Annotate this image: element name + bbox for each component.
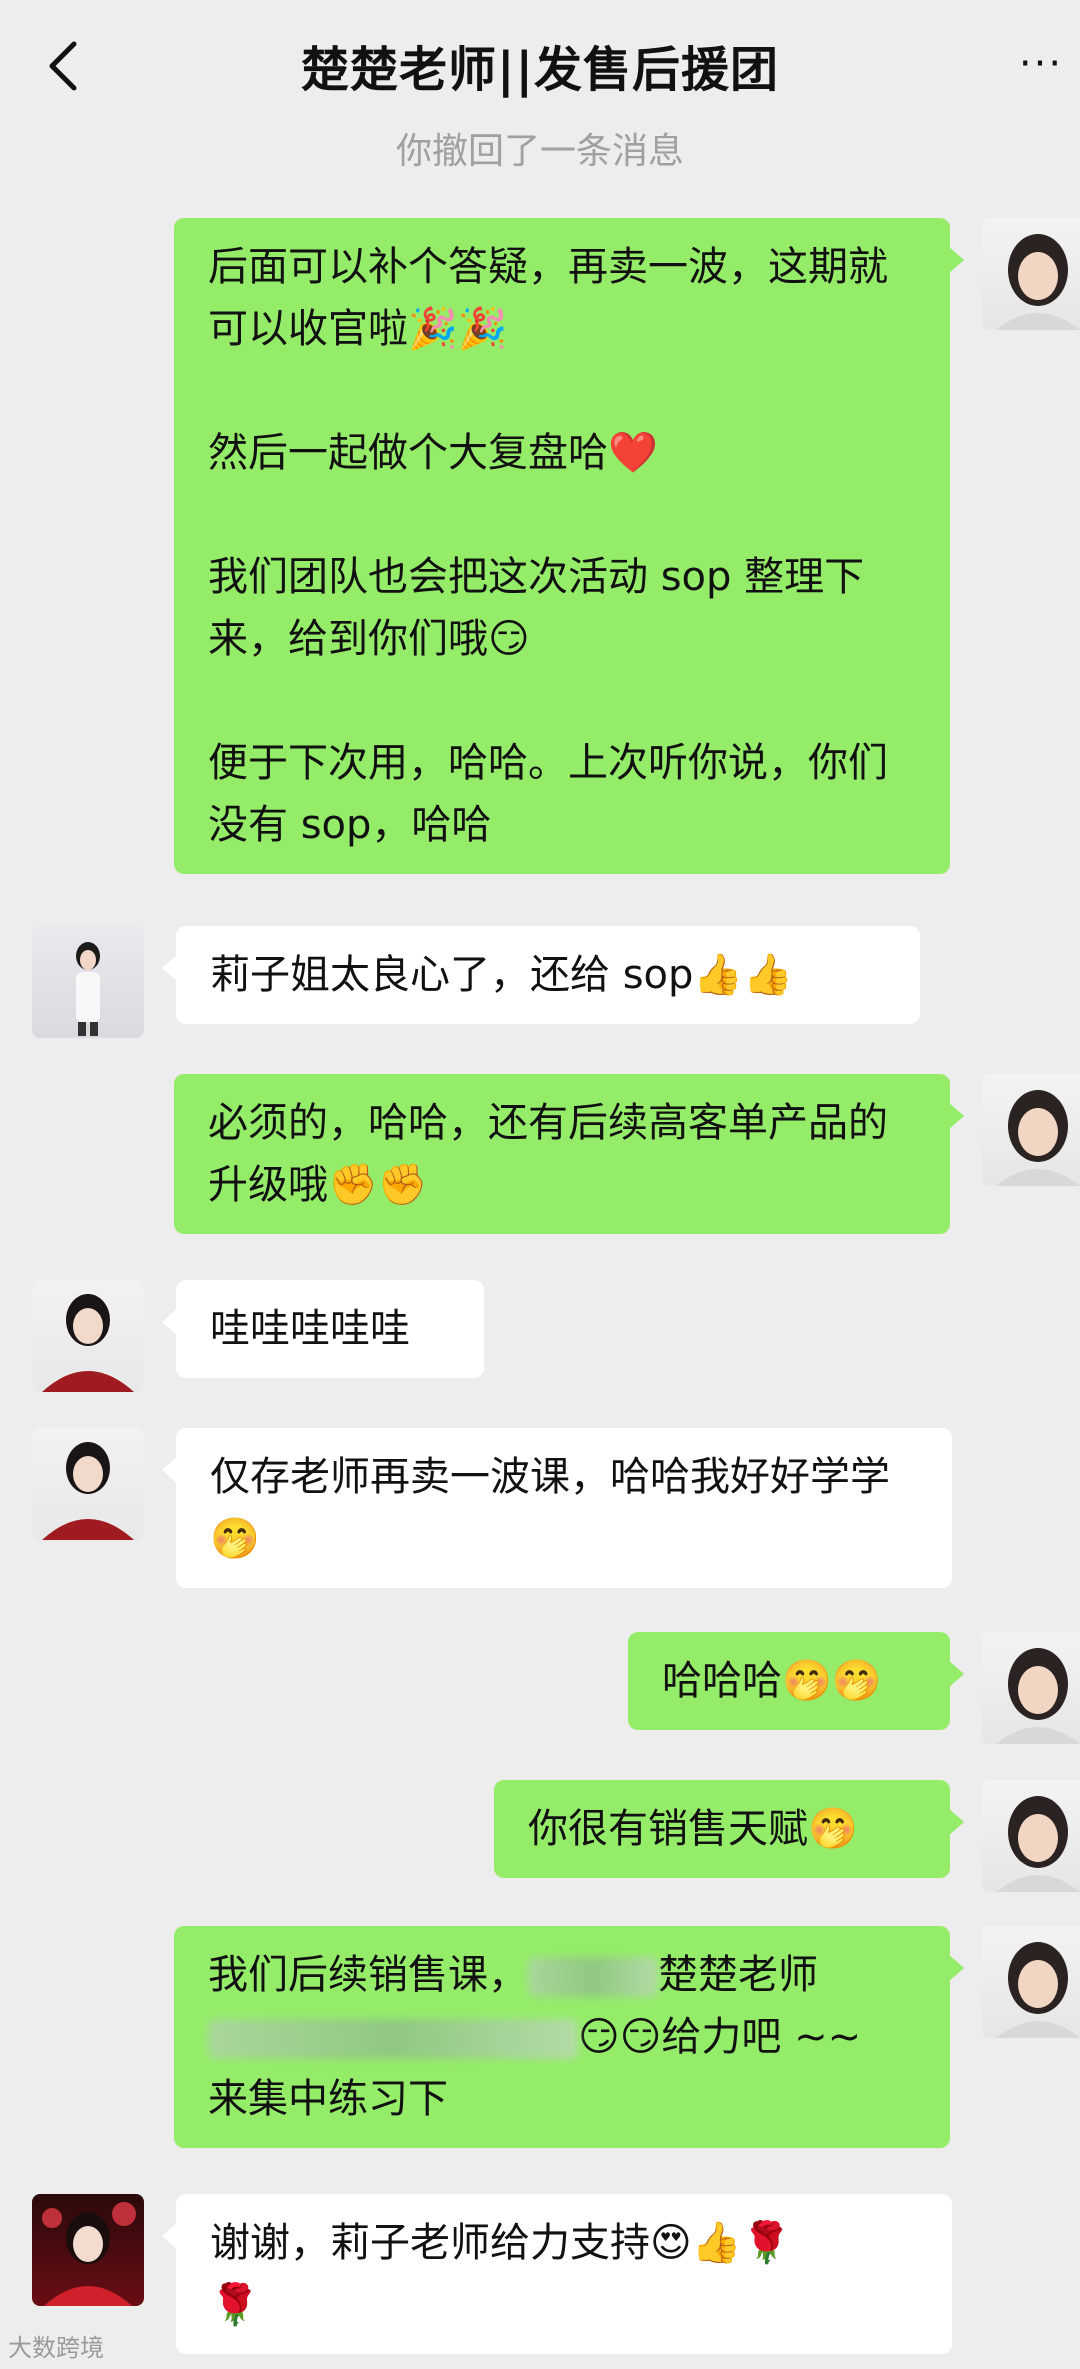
message-bubble[interactable]: 后面可以补个答疑，再卖一波，这期就可以收官啦🎉🎉 然后一起做个大复盘哈❤️ 我们… (174, 218, 964, 874)
avatar[interactable] (982, 218, 1080, 330)
message-text: 😏😏给力吧 ~~ (578, 2014, 862, 2060)
avatar[interactable] (982, 1074, 1080, 1186)
avatar[interactable] (982, 1926, 1080, 2038)
avatar[interactable] (32, 2194, 144, 2306)
chat-title-text: 楚楚老师||发售后援团 (300, 42, 780, 98)
chat-title: 楚楚老师||发售后援团 (0, 30, 1080, 100)
message-text: 楚楚老师 (658, 1952, 818, 1998)
more-options-button[interactable]: ··· (1008, 41, 1074, 87)
avatar[interactable] (982, 1632, 1080, 1744)
watermark: 大数跨境 (8, 2334, 104, 2362)
message-bubble[interactable]: 你很有销售天赋🤭 (494, 1780, 964, 1878)
message-bubble[interactable]: 谢谢，莉子老师给力支持😍👍🌹 🌹 (162, 2194, 952, 2354)
avatar[interactable] (32, 926, 144, 1038)
message-bubble[interactable]: 莉子姐太良心了，还给 sop👍👍 (162, 926, 920, 1024)
message-bubble[interactable]: 仅存老师再卖一波课，哈哈我好好学学🤭 (162, 1428, 952, 1588)
message-bubble[interactable]: 哈哈哈🤭🤭 (628, 1632, 964, 1730)
chat-header: 楚楚老师||发售后援团 ··· (0, 0, 1080, 130)
message-bubble[interactable]: 哇哇哇哇哇 (162, 1280, 484, 1378)
message-bubble[interactable]: 我们后续销售课， 楚楚老师 😏😏给力吧 ~~ 来集中练习下 (174, 1926, 964, 2148)
redacted-text (208, 2019, 578, 2059)
redacted-text (528, 1957, 658, 1997)
message-text: 来集中练习下 (208, 2076, 448, 2122)
system-notice: 你撤回了一条消息 (395, 131, 684, 172)
avatar[interactable] (982, 1780, 1080, 1892)
more-dots-icon: ··· (1018, 41, 1064, 87)
avatar[interactable] (32, 1280, 144, 1392)
message-text: 我们后续销售课， (208, 1952, 528, 1998)
avatar[interactable] (32, 1428, 144, 1540)
message-bubble[interactable]: 必须的，哈哈，还有后续高客单产品的升级哦✊✊ (174, 1074, 964, 1234)
